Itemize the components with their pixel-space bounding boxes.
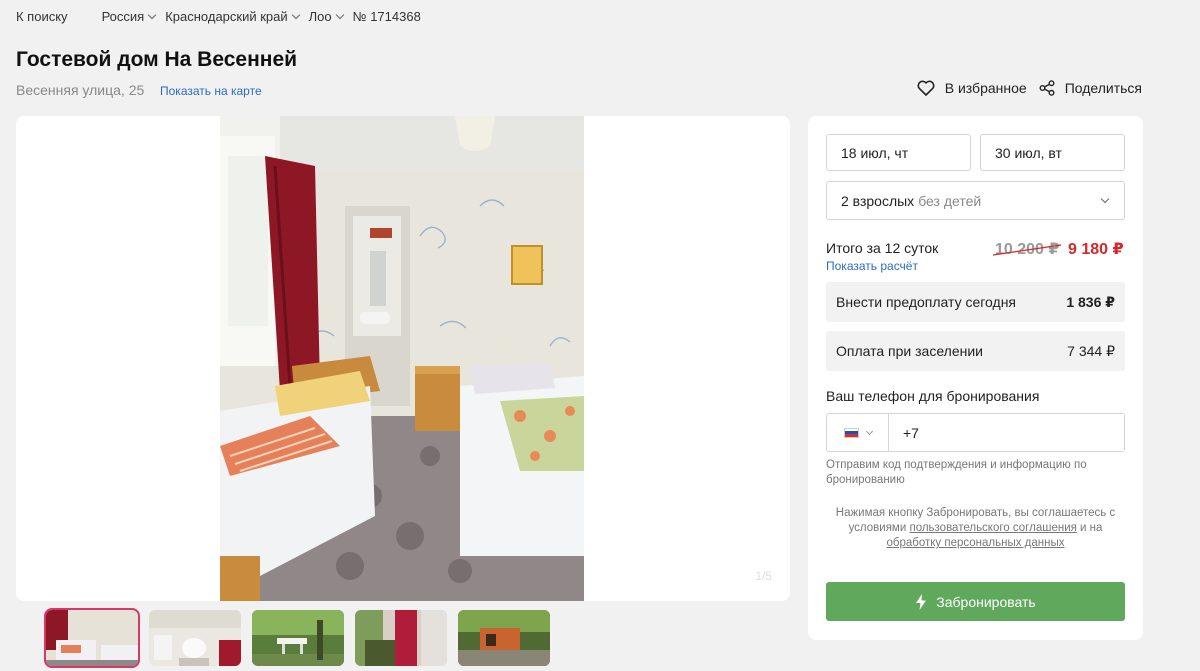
agreement-text: Нажимая кнопку Забронировать, вы соглаша… (826, 506, 1125, 551)
breadcrumb-label: Россия (101, 9, 145, 24)
user-agreement-link[interactable]: пользовательского соглашения (909, 522, 1076, 534)
listing-id: № 1714368 (352, 9, 421, 24)
breadcrumb-region[interactable]: Краснодарский край (165, 9, 300, 24)
personal-data-link[interactable]: обработку персональных данных (886, 537, 1064, 549)
onsite-payment-amount: 7 344 ₽ (1067, 342, 1115, 359)
header-actions: В избранное Поделиться (905, 80, 1142, 96)
thumbnail[interactable] (44, 608, 140, 668)
back-to-search-link[interactable]: К поиску (16, 9, 68, 24)
show-calculation-link[interactable]: Показать расчёт (826, 259, 918, 273)
onsite-payment-label: Оплата при заселении (836, 343, 983, 359)
share-button[interactable]: Поделиться (1039, 80, 1142, 96)
thumbnail[interactable] (458, 610, 550, 666)
share-label: Поделиться (1064, 80, 1142, 96)
chevron-down-icon (335, 10, 344, 20)
country-code-select[interactable] (827, 414, 889, 451)
thumbnail[interactable] (355, 610, 447, 666)
thumbnail[interactable] (149, 610, 241, 666)
strikethrough-mark (992, 244, 1062, 256)
onsite-payment-row: Оплата при заселении 7 344 ₽ (826, 331, 1125, 371)
main-photo[interactable] (220, 116, 584, 601)
guests-children: без детей (918, 192, 982, 209)
share-icon (1039, 80, 1055, 96)
booking-panel: 18 июл, чт 30 июл, вт 2 взрослых без дет… (808, 116, 1143, 640)
favorite-label: В избранное (944, 80, 1027, 96)
thumbnail[interactable] (252, 610, 344, 666)
breadcrumb: К поиску Россия Краснодарский край Лоо №… (16, 9, 431, 24)
photo-counter: 1/5 (755, 569, 772, 583)
discount-price: 9 180 ₽ (1068, 241, 1124, 258)
breadcrumb-label: Краснодарский край (165, 9, 288, 24)
heart-icon (917, 80, 935, 96)
prepayment-label: Внести предоплату сегодня (836, 294, 1017, 310)
favorite-button[interactable]: В избранное (917, 80, 1027, 96)
phone-label: Ваш телефон для бронирования (826, 388, 1040, 404)
breadcrumb-country[interactable]: Россия (101, 9, 157, 24)
photo-gallery[interactable]: 1/5 (16, 116, 790, 601)
chevron-down-icon (147, 10, 157, 20)
chevron-down-icon (1100, 194, 1110, 204)
guests-select[interactable]: 2 взрослых без детей (826, 181, 1125, 220)
book-button[interactable]: Забронировать (826, 582, 1125, 621)
chevron-down-icon (865, 427, 873, 435)
breadcrumb-label: Лоо (308, 9, 332, 24)
agreement-mid: и на (1080, 522, 1103, 534)
show-on-map-link[interactable]: Показать на карте (160, 84, 262, 98)
phone-input[interactable] (889, 414, 1124, 451)
thumbnail-strip (44, 608, 561, 668)
breadcrumb-city[interactable]: Лоо (308, 9, 344, 24)
guests-adults: 2 взрослых (841, 192, 915, 209)
prepayment-amount: 1 836 ₽ (1066, 293, 1115, 310)
total-label: Итого за 12 суток (826, 240, 939, 256)
phone-field (826, 413, 1125, 452)
book-button-label: Забронировать (936, 593, 1036, 610)
phone-hint: Отправим код подтверждения и информацию … (826, 459, 1087, 486)
chevron-down-icon (291, 10, 300, 20)
lightning-icon (916, 593, 927, 610)
address-text: Весенняя улица, 25 (16, 82, 145, 98)
page-title: Гостевой дом На Весенней (16, 48, 298, 71)
checkout-date-field[interactable]: 30 июл, вт (980, 134, 1125, 171)
old-price: 10 200 ₽ (992, 239, 1062, 259)
russia-flag-icon (843, 427, 859, 438)
checkin-date-field[interactable]: 18 июл, чт (826, 134, 971, 171)
prepayment-row: Внести предоплату сегодня 1 836 ₽ (826, 282, 1125, 322)
